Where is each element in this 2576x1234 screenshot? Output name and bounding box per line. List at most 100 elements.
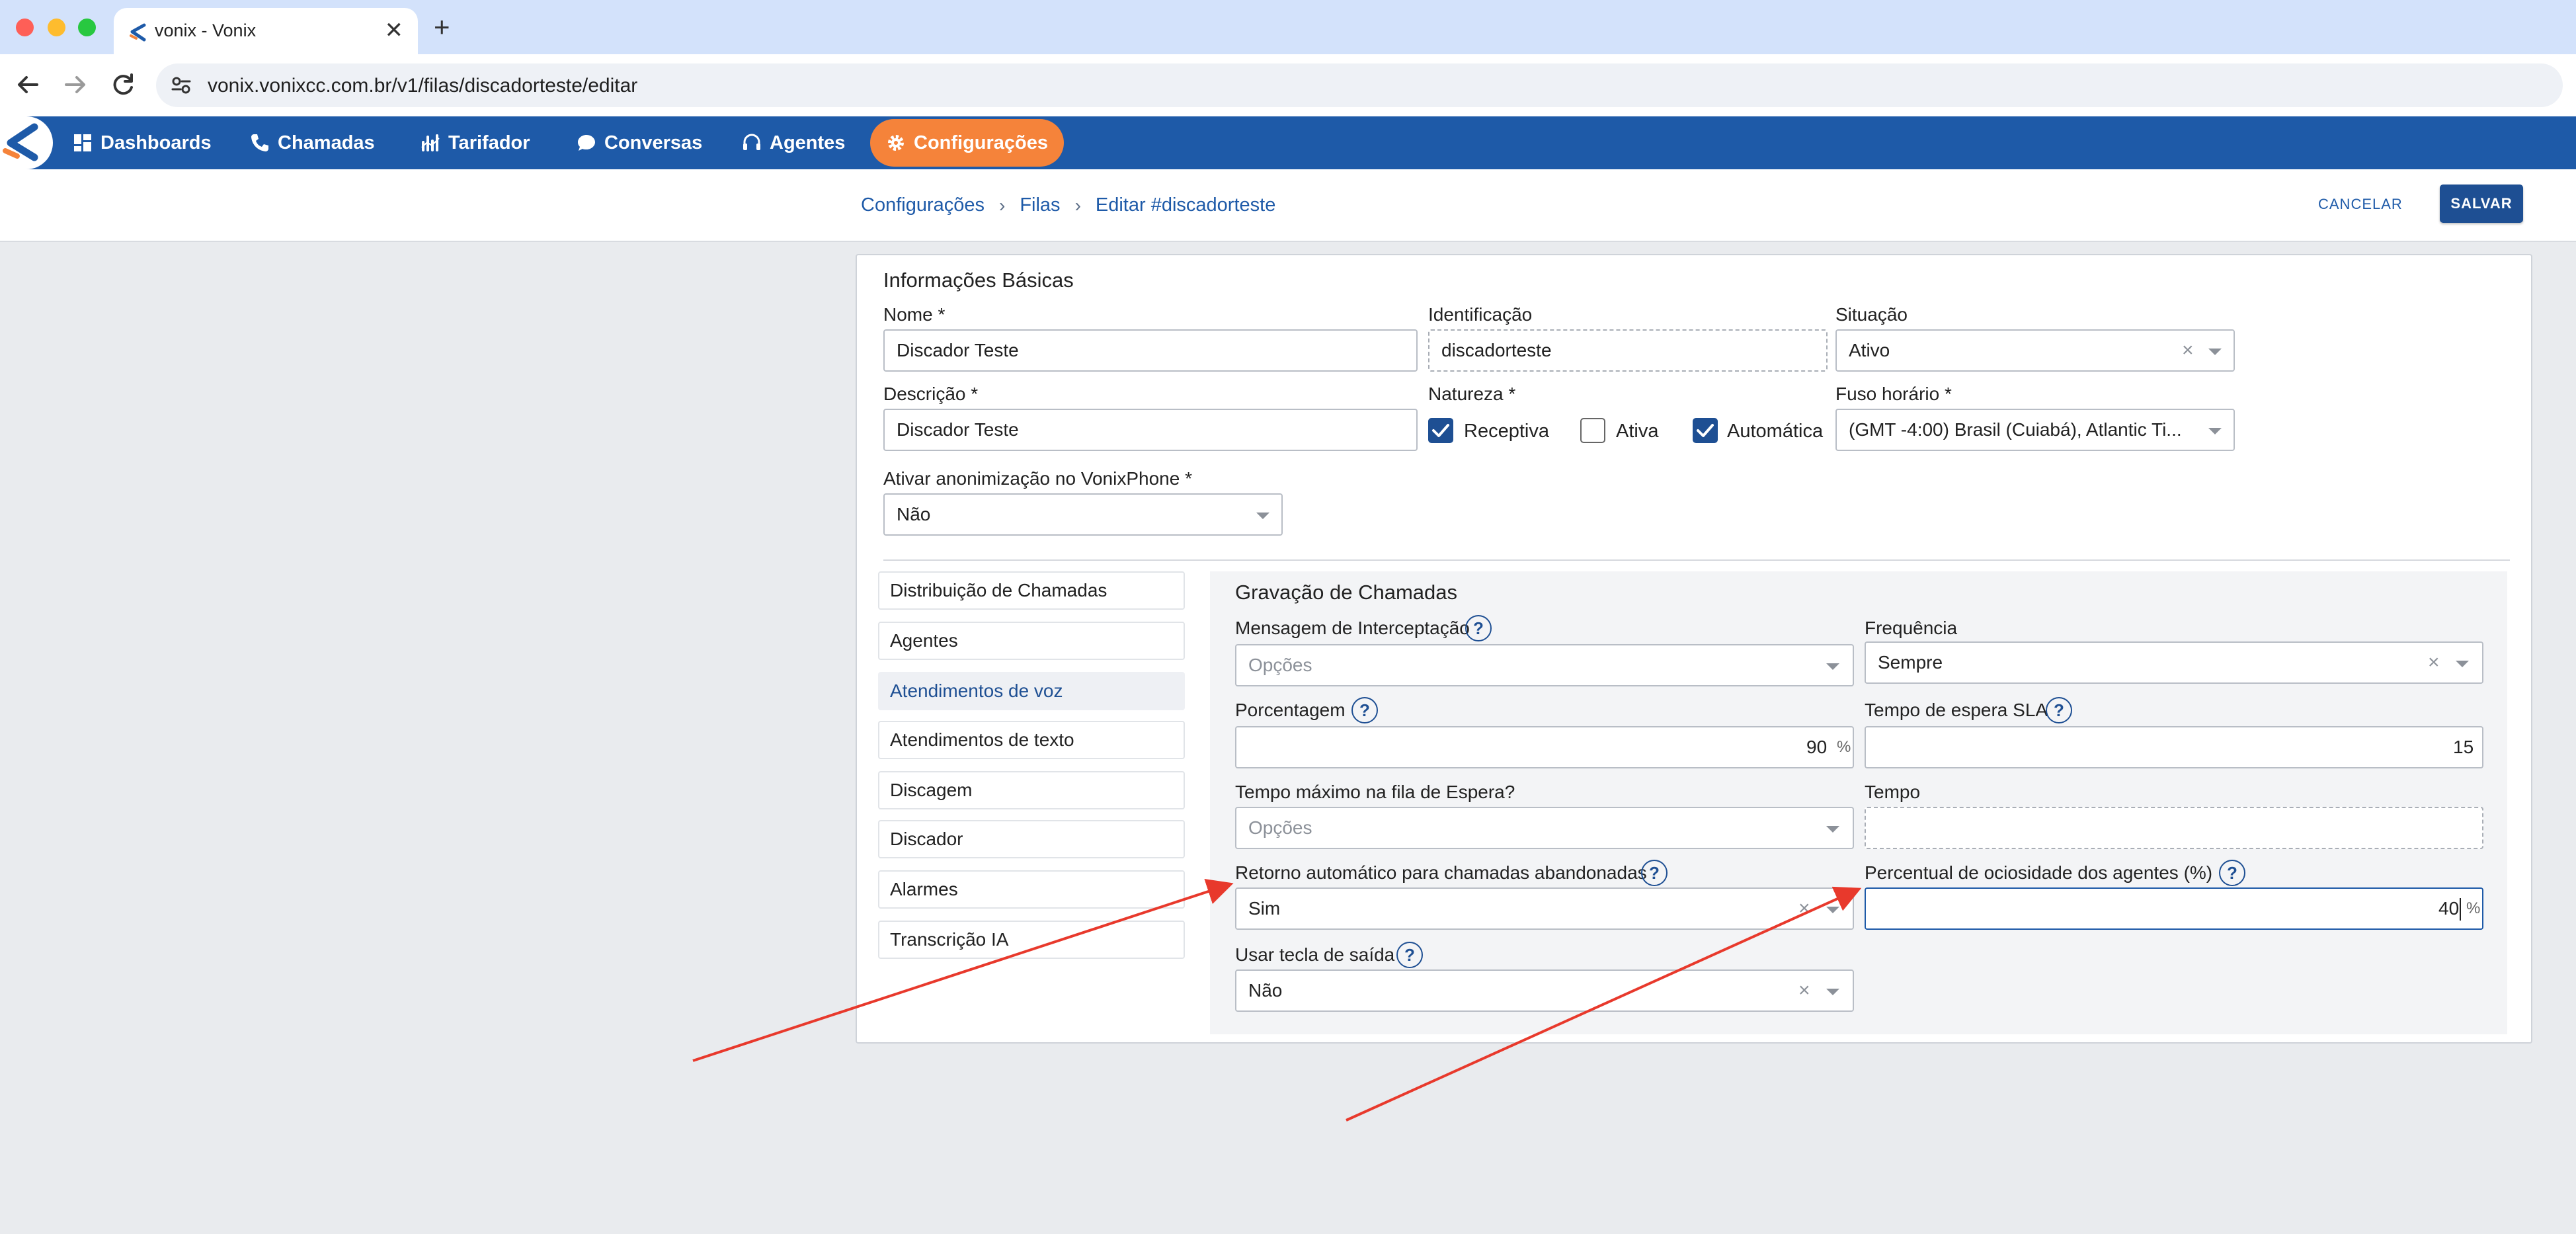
receptiva-checkbox[interactable] xyxy=(1428,418,1453,443)
close-tab-icon[interactable]: ✕ xyxy=(385,17,404,44)
sla-value: 15 xyxy=(2453,737,2474,757)
clear-icon[interactable]: × xyxy=(2182,331,2194,370)
nav-label: Chamadas xyxy=(278,132,375,153)
nome-input[interactable]: Discador Teste xyxy=(883,329,1418,372)
nav-label: Tarifador xyxy=(448,132,530,153)
chevron-down-icon[interactable] xyxy=(2456,661,2469,667)
save-button[interactable]: SALVAR xyxy=(2440,185,2523,223)
nav-label: Agentes xyxy=(770,132,846,153)
frequencia-select[interactable]: Sempre × xyxy=(1865,641,2483,684)
dashboard-icon xyxy=(74,134,91,151)
tecla-saida-select[interactable]: Não × xyxy=(1235,969,1854,1012)
back-arrow-icon[interactable] xyxy=(12,69,44,101)
chart-icon xyxy=(421,134,440,151)
breadcrumb-configuracoes[interactable]: Configurações xyxy=(861,194,985,216)
breadcrumb-filas[interactable]: Filas xyxy=(1020,194,1060,216)
mensagem-placeholder: Opções xyxy=(1248,655,1312,675)
porcentagem-value: 90 xyxy=(1806,737,1828,757)
identificacao-label: Identificação xyxy=(1428,304,1533,325)
minimize-window-button[interactable] xyxy=(48,19,65,36)
percent-unit: % xyxy=(2466,899,2481,917)
chevron-down-icon[interactable] xyxy=(1826,907,1839,913)
chat-icon xyxy=(578,135,595,151)
descricao-input[interactable]: Discador Teste xyxy=(883,409,1418,451)
help-icon[interactable]: ? xyxy=(1641,860,1668,886)
browser-tab[interactable]: vonix - Vonix ✕ xyxy=(114,8,418,54)
close-window-button[interactable] xyxy=(16,19,34,36)
nav-dashboards[interactable]: Dashboards xyxy=(73,116,212,169)
ociosidade-input[interactable]: 40 % xyxy=(1865,887,2483,930)
ativa-checkbox[interactable] xyxy=(1580,418,1605,443)
url-field[interactable]: vonix.vonixcc.com.br/v1/filas/discadorte… xyxy=(156,63,2563,107)
sidebar-item-alarmes[interactable]: Alarmes xyxy=(878,870,1185,909)
sidebar-item-distribuicao[interactable]: Distribuição de Chamadas xyxy=(878,571,1185,610)
chevron-down-icon[interactable] xyxy=(1826,663,1839,670)
sidebar-item-transcricao[interactable]: Transcrição IA xyxy=(878,921,1185,959)
reload-icon[interactable] xyxy=(107,69,139,101)
ociosidade-label: Percentual de ociosidade dos agentes (%) xyxy=(1865,862,2213,883)
queue-edit-card: Informações Básicas Nome * Discador Test… xyxy=(856,254,2532,1044)
chevron-down-icon[interactable] xyxy=(2208,349,2222,355)
site-settings-icon[interactable] xyxy=(171,75,192,95)
chevron-down-icon[interactable] xyxy=(1256,513,1269,519)
gravacao-panel: Gravação de Chamadas Mensagem de Interce… xyxy=(1210,571,2507,1034)
mensagem-select[interactable]: Opções xyxy=(1235,644,1854,686)
address-bar: vonix.vonixcc.com.br/v1/filas/discadorte… xyxy=(0,54,2576,116)
check-icon xyxy=(1697,424,1714,437)
help-icon[interactable]: ? xyxy=(1396,942,1423,968)
clear-icon[interactable]: × xyxy=(2428,643,2440,682)
porcentagem-label: Porcentagem xyxy=(1235,700,1346,720)
sidebar-item-atendimentos-voz[interactable]: Atendimentos de voz xyxy=(878,672,1185,710)
chevron-down-icon[interactable] xyxy=(2208,428,2222,434)
phone-icon xyxy=(251,134,268,151)
tecla-saida-value: Não xyxy=(1248,980,1283,1001)
help-icon[interactable]: ? xyxy=(1351,697,1378,723)
situacao-label: Situação xyxy=(1835,304,1908,325)
forward-arrow-icon[interactable] xyxy=(60,69,91,101)
help-icon[interactable]: ? xyxy=(2046,697,2072,723)
vonix-logo-icon xyxy=(3,123,38,161)
nav-configuracoes[interactable]: Configurações xyxy=(870,119,1065,167)
browser-tab-bar: vonix - Vonix ✕ + xyxy=(0,0,2576,54)
retorno-select[interactable]: Sim × xyxy=(1235,887,1854,930)
frequencia-value: Sempre xyxy=(1878,652,1943,673)
tempo-input xyxy=(1865,807,2483,849)
nav-tarifador[interactable]: Tarifador xyxy=(421,116,530,169)
new-tab-button[interactable]: + xyxy=(434,12,450,42)
retorno-label: Retorno automático para chamadas abandon… xyxy=(1235,862,1647,883)
breadcrumb: Configurações › Filas › Editar #discador… xyxy=(861,194,1275,216)
maximize-window-button[interactable] xyxy=(78,19,96,36)
nav-agentes[interactable]: Agentes xyxy=(742,116,845,169)
fuso-value: (GMT -4:00) Brasil (Cuiabá), Atlantic Ti… xyxy=(1849,419,2182,440)
clear-icon[interactable]: × xyxy=(1798,889,1810,928)
nav-chamadas[interactable]: Chamadas xyxy=(250,116,375,169)
situacao-select[interactable]: Ativo × xyxy=(1835,329,2235,372)
automatica-checkbox[interactable] xyxy=(1693,418,1718,443)
porcentagem-input[interactable]: 90 % xyxy=(1235,726,1854,768)
help-icon[interactable]: ? xyxy=(1465,615,1492,641)
anonimizacao-value: Não xyxy=(897,504,931,524)
ativa-label: Ativa xyxy=(1616,421,1659,442)
situacao-value: Ativo xyxy=(1849,340,1890,360)
retorno-value: Sim xyxy=(1248,898,1281,919)
sidebar-item-discagem[interactable]: Discagem xyxy=(878,771,1185,809)
sidebar-item-discador[interactable]: Discador xyxy=(878,820,1185,858)
check-icon xyxy=(1432,424,1449,437)
sla-input[interactable]: 15 xyxy=(1865,726,2483,768)
clear-icon[interactable]: × xyxy=(1798,971,1810,1010)
sidebar-item-agentes[interactable]: Agentes xyxy=(878,622,1185,660)
url-text: vonix.vonixcc.com.br/v1/filas/discadorte… xyxy=(208,75,638,97)
anonimizacao-select[interactable]: Não xyxy=(883,493,1283,536)
fuso-select[interactable]: (GMT -4:00) Brasil (Cuiabá), Atlantic Ti… xyxy=(1835,409,2235,451)
app-navbar: Dashboards Chamadas Tarifador Conversas … xyxy=(0,116,2576,169)
vonix-logo[interactable] xyxy=(0,116,53,169)
chevron-down-icon[interactable] xyxy=(1826,989,1839,995)
section-title-gravacao: Gravação de Chamadas xyxy=(1235,581,1458,604)
cancel-button[interactable]: CANCELAR xyxy=(2318,196,2403,213)
tempo-maximo-select[interactable]: Opções xyxy=(1235,807,1854,849)
help-icon[interactable]: ? xyxy=(2219,860,2245,886)
fuso-label: Fuso horário * xyxy=(1835,384,1952,404)
chevron-down-icon[interactable] xyxy=(1826,826,1839,833)
sidebar-item-atendimentos-texto[interactable]: Atendimentos de texto xyxy=(878,721,1185,759)
nav-conversas[interactable]: Conversas xyxy=(577,116,702,169)
